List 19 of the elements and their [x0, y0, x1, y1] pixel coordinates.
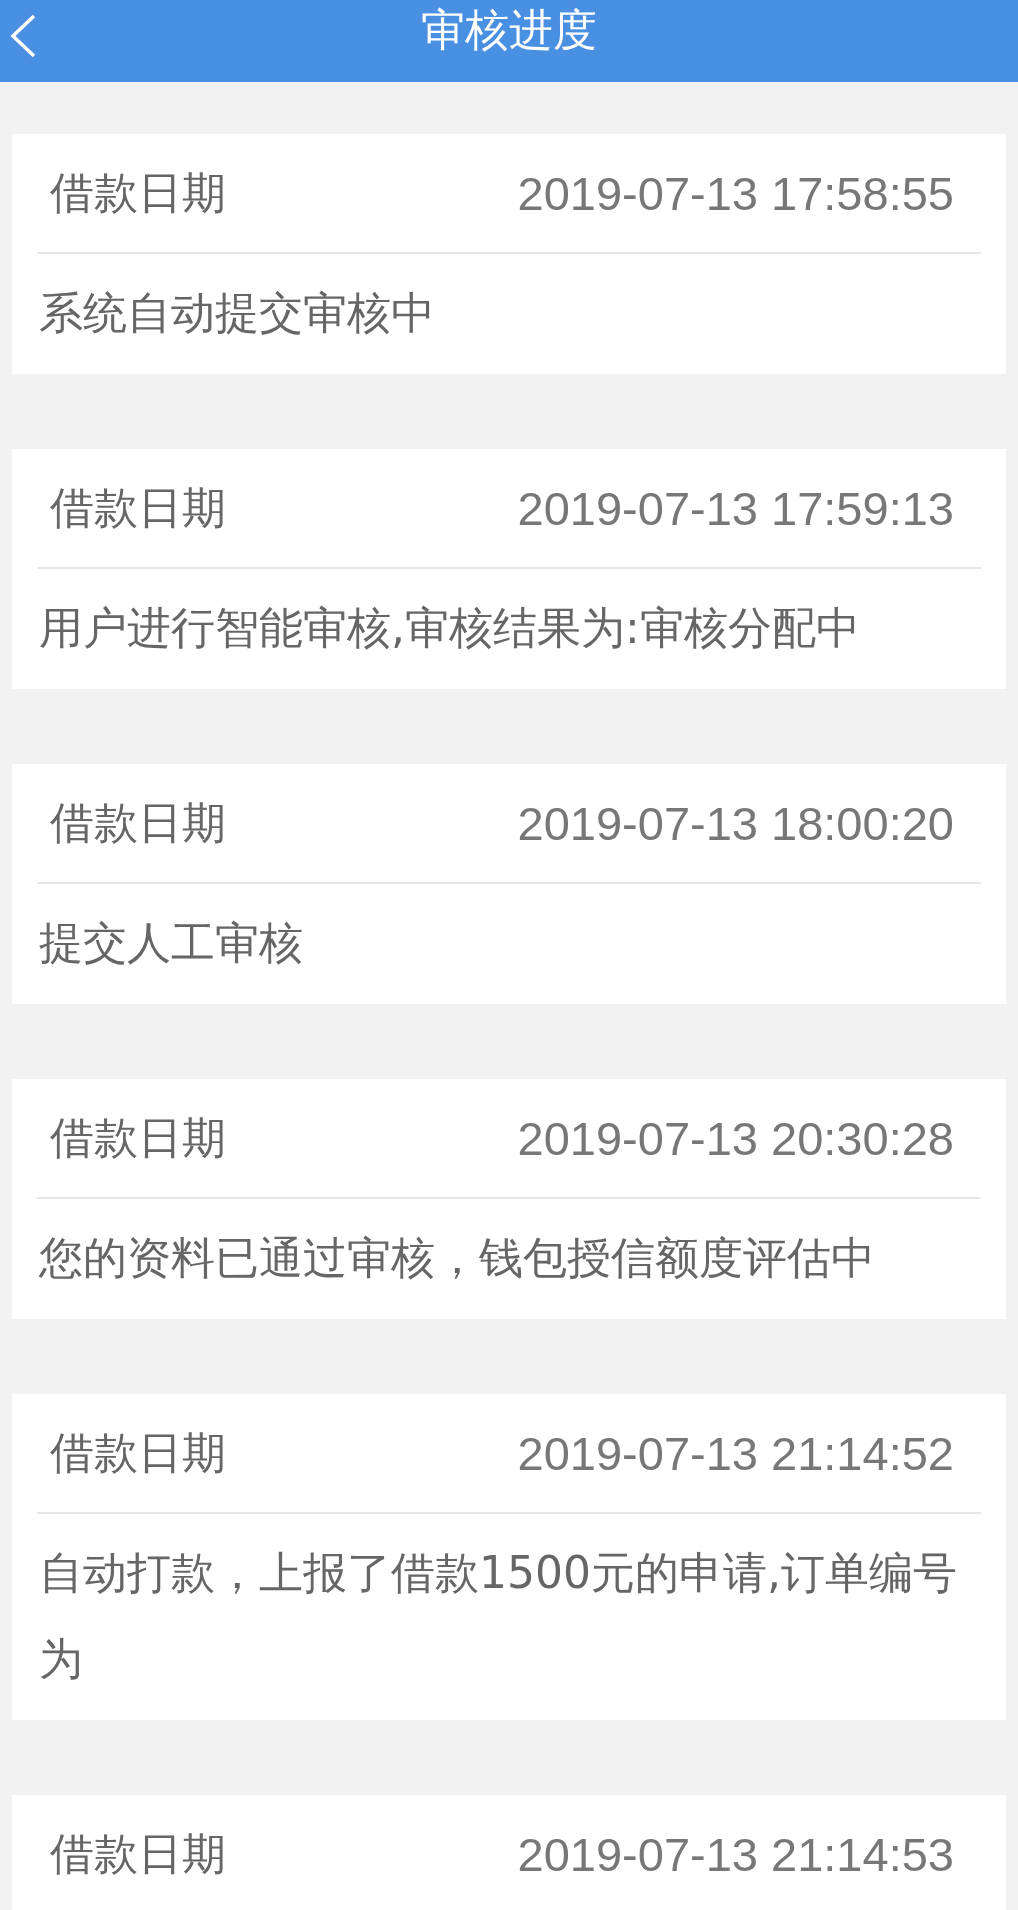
status-text: 系统自动提交审核中 — [38, 286, 436, 340]
status-text: 提交人工审核 — [38, 916, 304, 970]
status-text: 您的资料已通过审核，钱包授信额度评估中 — [38, 1231, 876, 1285]
date-value: 2019-07-13 17:58:55 — [517, 165, 954, 221]
date-value: 2019-07-13 17:59:13 — [517, 480, 954, 536]
date-label: 借款日期 — [50, 1110, 226, 1165]
date-label: 借款日期 — [50, 795, 226, 850]
date-label: 借款日期 — [50, 1425, 226, 1480]
date-value: 2019-07-13 21:14:52 — [517, 1425, 954, 1481]
status-text: 用户进行智能审核,审核结果为:审核分配中 — [38, 601, 861, 655]
back-icon[interactable] — [8, 14, 38, 58]
date-label: 借款日期 — [50, 1826, 226, 1881]
date-label: 借款日期 — [50, 165, 226, 220]
date-value: 2019-07-13 20:30:28 — [517, 1110, 954, 1166]
date-value: 2019-07-13 21:14:53 — [517, 1826, 954, 1882]
date-label: 借款日期 — [50, 480, 226, 535]
status-text: 自动打款，上报了借款1500元的申请,订单编号为 — [38, 1546, 958, 1686]
page-title: 审核进度 — [421, 3, 597, 57]
date-value: 2019-07-13 18:00:20 — [517, 795, 954, 851]
